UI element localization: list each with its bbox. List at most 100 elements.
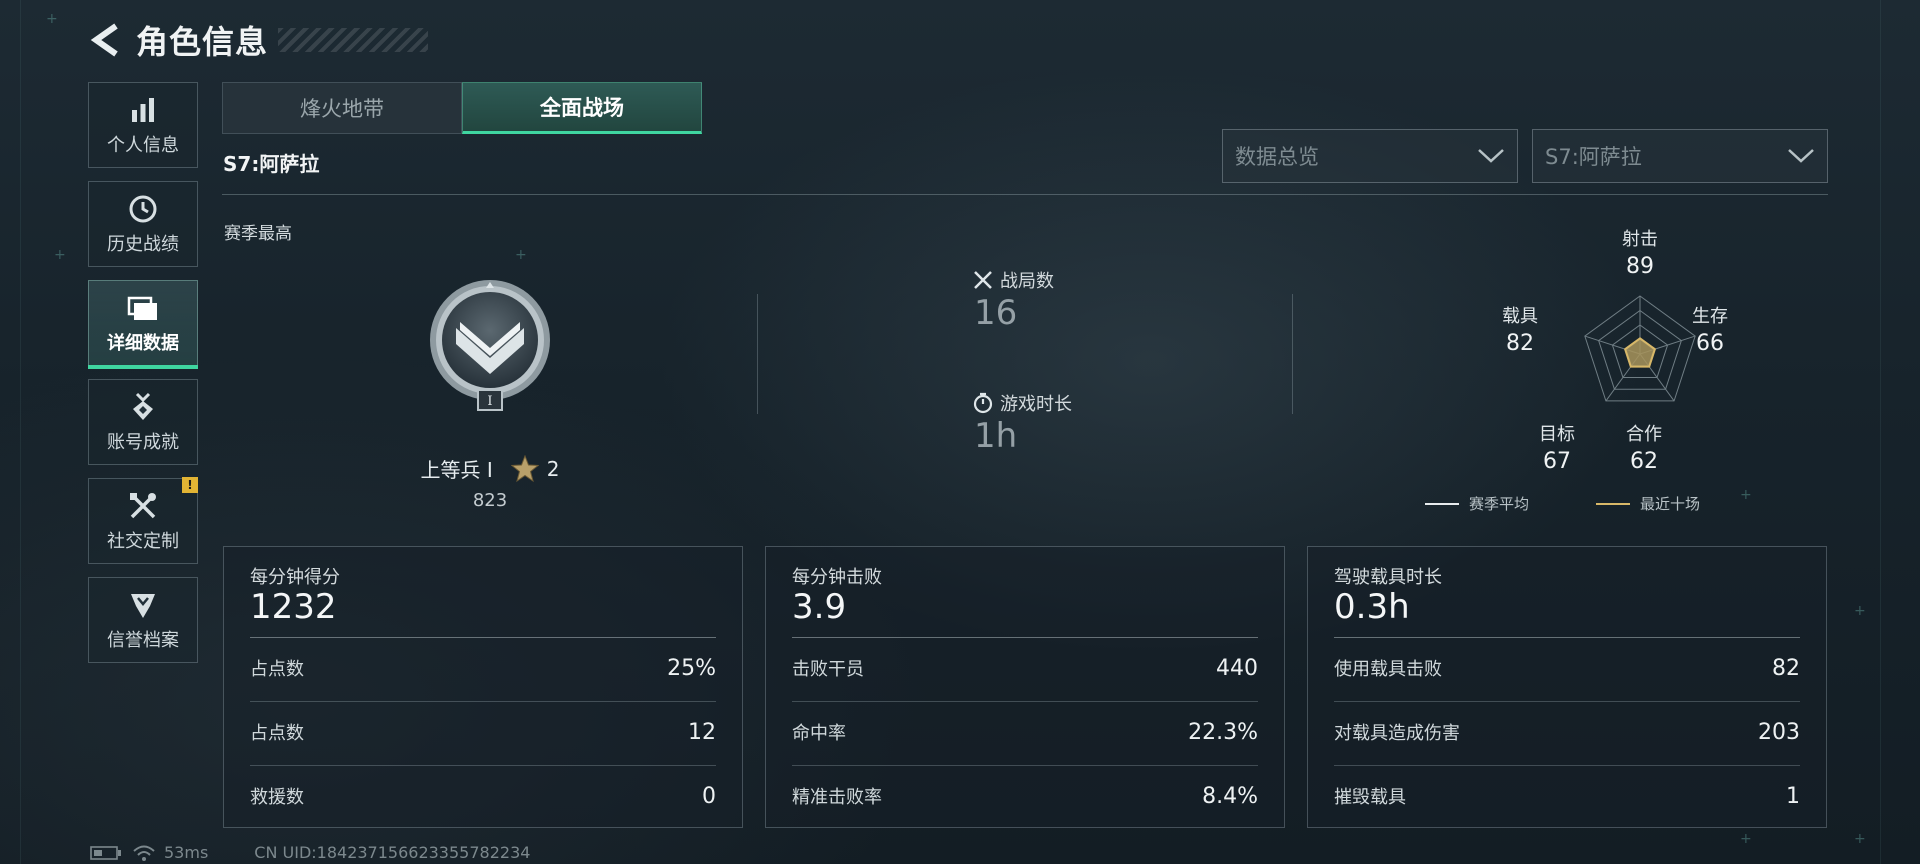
bg-crosshair-mark: + [515, 247, 527, 263]
sidebar-item-achievements[interactable]: 账号成就 [88, 379, 198, 465]
sidebar: 个人信息 历史战绩 详细数据 账号成就 ! 社交定制 信誉档案 [88, 82, 198, 676]
radar-axis-label: 目标 [1539, 424, 1575, 445]
battery-icon [90, 845, 121, 860]
card-divider [1334, 701, 1800, 702]
row-label: 摧毁载具 [1334, 787, 1406, 808]
ability-radar: 射击 89 生存 66 合作 62 目标 67 载具 82 [1480, 222, 1800, 522]
radar-axis-label: 射击 [1622, 229, 1658, 250]
row-label: 占点数 [250, 659, 304, 680]
radar-axis-survival: 生存 66 [1670, 306, 1750, 355]
season-dropdown[interactable]: S7:阿萨拉 [1532, 129, 1828, 183]
legend-swatch [1596, 502, 1630, 505]
radar-axis-value: 66 [1696, 331, 1724, 356]
stat-card-vehicle: 驾驶载具时长 0.3h 使用载具击败 82 对载具造成伤害 203 摧毁载具 1 [1307, 546, 1827, 828]
card-divider [792, 701, 1258, 702]
card-row: 救援数 0 [250, 781, 716, 811]
radar-axis-value: 67 [1543, 449, 1571, 474]
radar-axis-vehicle: 载具 82 [1480, 306, 1560, 355]
sidebar-item-label: 信誉档案 [107, 630, 179, 651]
page-header: 角色信息 [88, 18, 429, 62]
mode-tabs: 烽火地带 全面战场 [222, 82, 702, 134]
sidebar-item-social-custom[interactable]: ! 社交定制 [88, 477, 198, 564]
radar-axis-label: 载具 [1502, 306, 1538, 327]
back-button[interactable] [88, 20, 124, 60]
card-row: 占点数 12 [250, 717, 716, 747]
rank-points: 823 [472, 490, 508, 511]
row-value: 0 [702, 783, 716, 809]
bg-crosshair-mark: + [46, 11, 58, 27]
radar-axis-objective: 目标 67 [1517, 424, 1597, 473]
title-decoration [278, 28, 429, 52]
radar-axis-label: 合作 [1626, 424, 1662, 445]
card-divider [1334, 637, 1800, 638]
season-label: S7:阿萨拉 [223, 152, 320, 176]
row-label: 对载具造成伤害 [1334, 723, 1460, 744]
sidebar-item-reputation[interactable]: 信誉档案 [88, 577, 198, 663]
rank-tier-label: I [487, 394, 492, 409]
shield-icon [126, 588, 160, 622]
rank-row: 上等兵 I 2 [400, 454, 580, 483]
rank-emblem-icon: I [430, 280, 550, 411]
radar-axis-value: 82 [1506, 331, 1534, 356]
bg-crosshair-mark: + [1854, 831, 1866, 847]
legend-swatch [1425, 502, 1459, 505]
row-value: 1 [1786, 783, 1800, 809]
playtime-label: 游戏时长 [1000, 394, 1072, 415]
season-best-label: 赛季最高 [224, 224, 292, 244]
row-label: 占点数 [250, 723, 304, 744]
radar-axis-shooting: 射击 89 [1600, 229, 1680, 278]
back-arrow-icon [90, 23, 118, 57]
history-clock-icon [126, 192, 160, 226]
row-label: 击败干员 [792, 659, 864, 680]
radar-axis-value: 62 [1630, 449, 1658, 474]
medal-icon [126, 390, 160, 424]
legend-label: 赛季平均 [1469, 495, 1530, 513]
dropdown-value: S7:阿萨拉 [1545, 145, 1642, 169]
section-divider [1292, 294, 1293, 414]
notification-badge: ! [182, 477, 198, 493]
card-title: 驾驶载具时长 [1334, 567, 1442, 588]
chevron-down-icon [1788, 149, 1814, 163]
wifi-icon [133, 845, 155, 861]
sidebar-item-label: 历史战绩 [107, 234, 179, 255]
sidebar-item-label: 账号成就 [107, 432, 179, 453]
card-divider [1334, 765, 1800, 766]
card-main-value: 3.9 [792, 587, 847, 627]
radar-axis-value: 89 [1626, 254, 1654, 279]
row-value: 8.4% [1202, 783, 1258, 809]
bg-crosshair-mark: + [1740, 831, 1752, 847]
row-value: 440 [1216, 655, 1258, 681]
legend-recent-ten: 最近十场 [1596, 493, 1700, 514]
card-divider [250, 637, 716, 638]
chevron-down-icon [1478, 149, 1504, 163]
card-row: 使用载具击败 82 [1334, 653, 1800, 683]
bg-crosshair-mark: + [1854, 603, 1866, 619]
card-main-value: 1232 [250, 587, 337, 627]
sidebar-item-personal-info[interactable]: 个人信息 [88, 82, 198, 168]
row-value: 82 [1772, 655, 1800, 681]
legend-season-average: 赛季平均 [1425, 493, 1529, 514]
card-row: 命中率 22.3% [792, 717, 1258, 747]
radar-recent-area [1623, 337, 1657, 368]
row-label: 使用载具击败 [1334, 659, 1442, 680]
card-main-value: 0.3h [1334, 587, 1410, 627]
star-icon [510, 454, 539, 482]
tab-full-battlefield[interactable]: 全面战场 [462, 82, 702, 134]
dropdown-value: 数据总览 [1235, 145, 1319, 169]
bg-crosshair-mark: + [54, 247, 66, 263]
tab-warfire-zone[interactable]: 烽火地带 [222, 82, 462, 134]
card-divider [792, 637, 1258, 638]
card-divider [792, 765, 1258, 766]
card-divider [250, 765, 716, 766]
tools-icon [126, 489, 160, 523]
radar-axis-cooperation: 合作 62 [1604, 424, 1684, 473]
category-dropdown[interactable]: 数据总览 [1222, 129, 1518, 183]
sidebar-item-detailed-data[interactable]: 详细数据 [88, 280, 198, 369]
sidebar-item-history[interactable]: 历史战绩 [88, 181, 198, 267]
bg-grid-line [1880, 0, 1881, 864]
stopwatch-icon [973, 392, 993, 414]
playtime-value: 1h [974, 416, 1018, 456]
folder-icon [126, 291, 160, 325]
row-value: 203 [1758, 719, 1800, 745]
row-value: 12 [688, 719, 716, 745]
